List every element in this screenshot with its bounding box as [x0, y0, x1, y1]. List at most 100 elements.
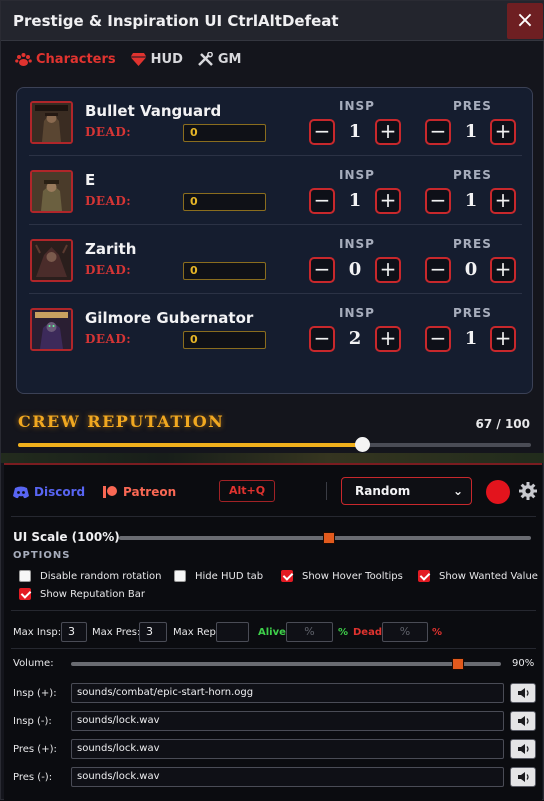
play-sound-button[interactable] [510, 683, 536, 703]
checkbox-label: Hide HUD tab [195, 570, 264, 582]
checkbox-box[interactable] [418, 570, 430, 582]
title-bar[interactable]: Prestige & Inspiration UI CtrlAltDefeat … [1, 1, 544, 41]
insp-label: INSP [339, 237, 375, 251]
character-name: Bullet Vanguard [85, 102, 222, 120]
tab-characters-label: Characters [36, 51, 116, 67]
character-portrait [30, 308, 73, 351]
pres-increment-button[interactable]: + [490, 119, 516, 145]
gear-icon[interactable] [518, 481, 538, 501]
volume-slider[interactable] [71, 658, 501, 670]
insp-increment-button[interactable]: + [375, 119, 401, 145]
checkbox-label: Show Hover Tooltips [302, 570, 403, 582]
insp-decrement-button[interactable]: − [309, 119, 335, 145]
character-portrait [30, 170, 73, 213]
tab-gm-label: GM [217, 51, 242, 67]
options-heading: OPTIONS [13, 550, 71, 561]
record-button[interactable] [486, 480, 510, 504]
max-insp-label: Max Insp: [13, 627, 62, 638]
pres-increment-button[interactable]: + [490, 188, 516, 214]
dead-label: DEAD: [85, 263, 132, 277]
discord-link[interactable]: Discord [13, 485, 85, 499]
speaker-icon [518, 744, 529, 754]
ui-scale-slider[interactable] [119, 532, 531, 544]
max-rep-input[interactable] [216, 622, 249, 642]
dead-value-input[interactable]: 0 [183, 331, 266, 349]
sound-insp-plus-input[interactable]: sounds/combat/epic-start-horn.ogg [71, 683, 504, 703]
checkbox-box[interactable] [281, 570, 293, 582]
tab-bar: Characters HUD GM [15, 49, 241, 69]
pres-decrement-button[interactable]: − [425, 119, 451, 145]
play-sound-button[interactable] [510, 711, 536, 731]
checkbox-box[interactable] [19, 588, 31, 600]
sound-pres-plus-input[interactable]: sounds/lock.wav [71, 739, 504, 759]
checkbox-label: Show Wanted Value [439, 570, 538, 582]
hide-hud-tab-checkbox[interactable]: Hide HUD tab [174, 570, 263, 582]
pres-increment-button[interactable]: + [490, 326, 516, 352]
dead-percent-input[interactable]: % [382, 622, 428, 642]
patreon-link[interactable]: Patreon [102, 485, 176, 499]
hotkey-button[interactable]: Alt+Q [219, 480, 275, 502]
character-name: Gilmore Gubernator [85, 309, 254, 327]
insp-increment-button[interactable]: + [375, 188, 401, 214]
insp-decrement-button[interactable]: − [309, 257, 335, 283]
character-name: E [85, 171, 96, 189]
pres-decrement-button[interactable]: − [425, 326, 451, 352]
rotation-select-value: Random [355, 484, 411, 498]
play-sound-button[interactable] [510, 739, 536, 759]
play-sound-button[interactable] [510, 767, 536, 787]
tab-gm[interactable]: GM [197, 49, 242, 69]
pres-label: PRES [453, 306, 492, 320]
volume-handle[interactable] [452, 658, 464, 670]
speaker-icon [518, 716, 529, 726]
dead-value-input[interactable]: 0 [183, 124, 266, 142]
checkbox-box[interactable] [174, 570, 186, 582]
max-insp-input[interactable]: 3 [61, 622, 87, 642]
rotation-select[interactable]: Random ⌄ [341, 477, 472, 505]
sound-insp-minus-input[interactable]: sounds/lock.wav [71, 711, 504, 731]
alive-percent-input[interactable]: % [286, 622, 333, 642]
pres-label: PRES [453, 237, 492, 251]
sound-pres-minus-input[interactable]: sounds/lock.wav [71, 767, 504, 787]
tab-characters[interactable]: Characters [15, 49, 116, 69]
insp-value: 1 [348, 190, 362, 211]
dead-value-input[interactable]: 0 [183, 262, 266, 280]
pres-value: 0 [464, 259, 478, 280]
show-reputation-bar-checkbox[interactable]: Show Reputation Bar [19, 588, 145, 600]
tab-hud[interactable]: HUD [130, 49, 183, 69]
pres-decrement-button[interactable]: − [425, 188, 451, 214]
crew-reputation-count: 67 / 100 [475, 417, 531, 431]
close-button[interactable]: × [507, 3, 543, 39]
tools-icon [197, 51, 213, 66]
checkbox-label: Disable random rotation [40, 570, 162, 582]
max-pres-input[interactable]: 3 [139, 622, 167, 642]
pres-increment-button[interactable]: + [490, 257, 516, 283]
dead-value-input[interactable]: 0 [183, 193, 266, 211]
window-title: Prestige & Inspiration UI CtrlAltDefeat [13, 12, 339, 30]
section-divider [11, 516, 536, 517]
insp-label: INSP [339, 168, 375, 182]
disable-random-rotation-checkbox[interactable]: Disable random rotation [19, 570, 161, 582]
insp-increment-button[interactable]: + [375, 257, 401, 283]
section-divider [11, 610, 536, 611]
dead-label: DEAD: [85, 332, 132, 346]
row-divider [29, 293, 522, 294]
insp-decrement-button[interactable]: − [309, 188, 335, 214]
character-row: Gilmore Gubernator DEAD: 0 INSP − 2 + PR… [17, 295, 534, 363]
patreon-label: Patreon [123, 485, 177, 499]
sound-pres-plus-label: Pres (+): [13, 744, 57, 755]
speaker-icon [518, 688, 529, 698]
insp-increment-button[interactable]: + [375, 326, 401, 352]
row-divider [29, 224, 522, 225]
checkbox-label: Show Reputation Bar [40, 588, 145, 600]
show-wanted-value-checkbox[interactable]: Show Wanted Value [418, 570, 538, 582]
crew-reputation-handle[interactable] [354, 437, 370, 452]
ui-scale-handle[interactable] [323, 532, 336, 544]
checkbox-box[interactable] [19, 570, 31, 582]
chevron-down-icon: ⌄ [452, 484, 463, 498]
pres-decrement-button[interactable]: − [425, 257, 451, 283]
show-hover-tooltips-checkbox[interactable]: Show Hover Tooltips [281, 570, 403, 582]
toolbar-divider [326, 482, 327, 500]
character-portrait [30, 101, 73, 144]
insp-decrement-button[interactable]: − [309, 326, 335, 352]
crew-reputation-bar[interactable] [18, 437, 531, 452]
